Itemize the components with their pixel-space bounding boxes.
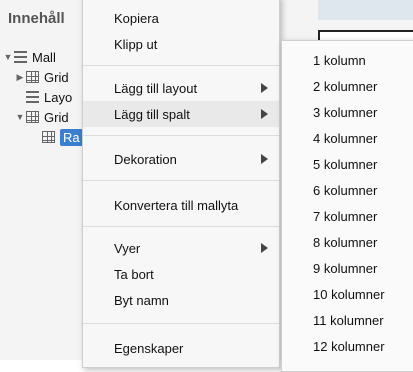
menu-item-add-column[interactable]: Lägg till spalt xyxy=(83,101,279,127)
submenu-item-label: 5 kolumner xyxy=(313,156,378,172)
menu-separator xyxy=(83,323,279,324)
tree-item-grid-expanded[interactable]: ▼ Grid xyxy=(14,108,69,126)
menu-item-label: Egenskaper xyxy=(114,340,184,356)
menu-item-label: Kopiera xyxy=(114,10,159,26)
submenu-item-6-columns[interactable]: 6 kolumner xyxy=(282,177,413,203)
submenu-item-label: 1 kolumn xyxy=(313,52,366,68)
grid-icon xyxy=(26,71,39,83)
submenu-item-11-columns[interactable]: 11 kolumner xyxy=(282,307,413,333)
submenu-item-2-columns[interactable]: 2 kolumner xyxy=(282,73,413,99)
submenu-arrow-icon xyxy=(261,154,268,164)
tree-item-row-selected[interactable]: Ra xyxy=(42,128,83,146)
menu-separator xyxy=(83,226,279,227)
submenu-item-9-columns[interactable]: 9 kolumner xyxy=(282,255,413,281)
context-menu: Kopiera Klipp ut Lägg till layout Lägg t… xyxy=(82,0,280,368)
submenu-arrow-icon xyxy=(261,109,268,119)
submenu-item-label: 7 kolumner xyxy=(313,208,378,224)
submenu-item-1-column[interactable]: 1 kolumn xyxy=(282,47,413,73)
menu-item-label: Vyer xyxy=(114,240,141,256)
menu-item-label: Ta bort xyxy=(114,266,154,282)
layout-frame xyxy=(318,30,413,40)
menu-separator xyxy=(83,135,279,136)
menu-item-ta-bort[interactable]: Ta bort xyxy=(83,261,279,287)
submenu-item-label: 3 kolumner xyxy=(313,104,378,120)
submenu-item-3-columns[interactable]: 3 kolumner xyxy=(282,99,413,125)
submenu-arrow-icon xyxy=(261,83,268,93)
tree-item-label: Layo xyxy=(44,89,73,105)
column-submenu: 1 kolumn 2 kolumner 3 kolumner 4 kolumne… xyxy=(281,40,413,372)
tree-item-label: Ra xyxy=(60,128,83,146)
menu-item-label: Dekoration xyxy=(114,151,177,167)
tree-item-layout[interactable]: Layo xyxy=(26,88,72,106)
submenu-item-5-columns[interactable]: 5 kolumner xyxy=(282,151,413,177)
tree-item-label: Mall xyxy=(32,49,56,65)
submenu-item-label: 10 kolumner xyxy=(313,286,385,302)
collapsed-arrow-icon[interactable]: ▶ xyxy=(14,72,26,83)
tree-item-grid[interactable]: ▶ Grid xyxy=(14,68,69,86)
grid-icon xyxy=(42,131,55,143)
list-icon xyxy=(14,51,27,63)
submenu-item-label: 8 kolumner xyxy=(313,234,378,250)
menu-item-label: Klipp ut xyxy=(114,36,158,52)
expanded-arrow-icon[interactable]: ▼ xyxy=(14,112,26,122)
submenu-item-label: 2 kolumner xyxy=(313,78,378,94)
tree-item-label: Grid xyxy=(44,109,69,125)
panel-title: Innehåll xyxy=(8,10,65,27)
submenu-item-label: 12 kolumner xyxy=(313,338,385,354)
submenu-item-8-columns[interactable]: 8 kolumner xyxy=(282,229,413,255)
menu-separator xyxy=(83,65,279,66)
menu-item-label: Lägg till layout xyxy=(114,80,198,96)
submenu-item-10-columns[interactable]: 10 kolumner xyxy=(282,281,413,307)
submenu-item-12-columns[interactable]: 12 kolumner xyxy=(282,333,413,359)
submenu-item-4-columns[interactable]: 4 kolumner xyxy=(282,125,413,151)
menu-item-egenskaper[interactable]: Egenskaper xyxy=(83,335,279,361)
menu-item-byt-namn[interactable]: Byt namn xyxy=(83,287,279,313)
submenu-item-label: 6 kolumner xyxy=(313,182,378,198)
menu-item-label: Konvertera till mallyta xyxy=(114,197,239,213)
list-icon xyxy=(26,91,39,103)
menu-item-kopiera[interactable]: Kopiera xyxy=(83,5,279,31)
menu-item-konvertera[interactable]: Konvertera till mallyta xyxy=(83,192,279,218)
menu-item-add-layout[interactable]: Lägg till layout xyxy=(83,75,279,101)
menu-separator xyxy=(83,180,279,181)
menu-item-label: Byt namn xyxy=(114,292,169,308)
editor-region xyxy=(318,0,413,20)
tree-item-mall[interactable]: ▼ Mall xyxy=(2,48,56,66)
submenu-arrow-icon xyxy=(261,243,268,253)
submenu-item-label: 11 kolumner xyxy=(313,312,384,328)
menu-item-vyer[interactable]: Vyer xyxy=(83,235,279,261)
expanded-arrow-icon[interactable]: ▼ xyxy=(2,52,14,62)
menu-item-dekoration[interactable]: Dekoration xyxy=(83,146,279,172)
grid-icon xyxy=(26,111,39,123)
tree-item-label: Grid xyxy=(44,69,69,85)
submenu-item-7-columns[interactable]: 7 kolumner xyxy=(282,203,413,229)
submenu-item-label: 9 kolumner xyxy=(313,260,378,276)
menu-item-klipp-ut[interactable]: Klipp ut xyxy=(83,31,279,57)
menu-item-label: Lägg till spalt xyxy=(114,106,190,122)
submenu-item-label: 4 kolumner xyxy=(313,130,378,146)
